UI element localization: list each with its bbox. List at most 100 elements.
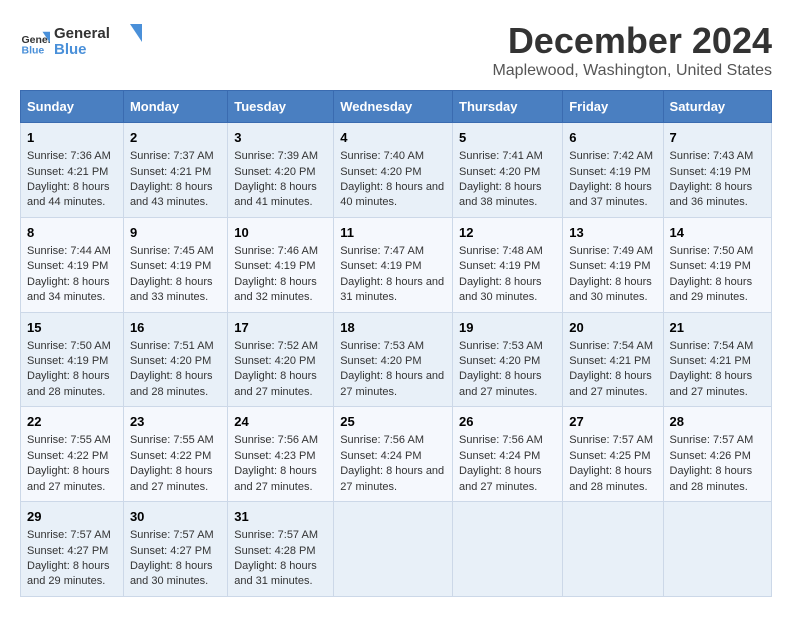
- sunrise-text: Sunrise: 7:45 AM: [130, 245, 214, 257]
- sunrise-text: Sunrise: 7:48 AM: [459, 245, 543, 257]
- day-number: 31: [234, 508, 327, 526]
- sunset-text: Sunset: 4:20 PM: [130, 355, 211, 367]
- daylight-text: Daylight: 8 hours and 37 minutes.: [569, 181, 652, 208]
- sunrise-text: Sunrise: 7:37 AM: [130, 150, 214, 162]
- day-number: 15: [27, 319, 117, 337]
- sunrise-text: Sunrise: 7:40 AM: [340, 150, 424, 162]
- day-number: 11: [340, 224, 446, 242]
- daylight-text: Daylight: 8 hours and 29 minutes.: [670, 276, 753, 303]
- calendar-cell-3-1: 15Sunrise: 7:50 AMSunset: 4:19 PMDayligh…: [21, 312, 124, 407]
- daylight-text: Daylight: 8 hours and 30 minutes.: [459, 276, 542, 303]
- daylight-text: Daylight: 8 hours and 36 minutes.: [670, 181, 753, 208]
- week-row-1: 1Sunrise: 7:36 AMSunset: 4:21 PMDaylight…: [21, 123, 772, 218]
- calendar-cell-5-1: 29Sunrise: 7:57 AMSunset: 4:27 PMDayligh…: [21, 502, 124, 597]
- sunset-text: Sunset: 4:28 PM: [234, 545, 315, 557]
- calendar-cell-3-5: 19 Sunrise: 7:53 AM Sunset: 4:20 PM Dayligh…: [453, 312, 563, 407]
- header-wednesday: Wednesday: [334, 91, 453, 123]
- daylight-text: Daylight: 8 hours and 30 minutes.: [569, 276, 652, 303]
- daylight-text: Daylight: 8 hours and 44 minutes.: [27, 181, 110, 208]
- calendar-cell-3-3: 17Sunrise: 7:52 AMSunset: 4:20 PMDayligh…: [228, 312, 334, 407]
- calendar-cell-4-1: 22 Sunrise: 7:55 AM Sunset: 4:22 PM Dayligh…: [21, 407, 124, 502]
- calendar-cell-5-6: [563, 502, 663, 597]
- sunset-text: Sunset: 4:20 PM: [459, 166, 540, 178]
- week-row-4: 22 Sunrise: 7:55 AM Sunset: 4:22 PM Dayligh…: [21, 407, 772, 502]
- daylight-text: Daylight: 8 hours and 27 minutes.: [27, 465, 110, 492]
- daylight-text: Daylight: 8 hours and 33 minutes.: [130, 276, 213, 303]
- day-number: 4: [340, 129, 446, 147]
- calendar-cell-2-3: 10Sunrise: 7:46 AMSunset: 4:19 PMDayligh…: [228, 217, 334, 312]
- sunset-text: Sunset: 4:19 PM: [130, 260, 211, 272]
- day-number: 3: [234, 129, 327, 147]
- sunset-text: Sunset: 4:19 PM: [569, 166, 650, 178]
- sunrise-text: Sunrise: 7:56 AM: [234, 434, 318, 446]
- logo-wordmark: General Blue: [54, 20, 144, 65]
- day-number: 22: [27, 413, 117, 431]
- day-number: 29: [27, 508, 117, 526]
- sunrise-text: Sunrise: 7:43 AM: [670, 150, 754, 162]
- daylight-text: Daylight: 8 hours and 27 minutes.: [459, 370, 542, 397]
- week-row-2: 8Sunrise: 7:44 AMSunset: 4:19 PMDaylight…: [21, 217, 772, 312]
- sunset-text: Sunset: 4:27 PM: [130, 545, 211, 557]
- calendar-cell-1-1: 1Sunrise: 7:36 AMSunset: 4:21 PMDaylight…: [21, 123, 124, 218]
- sunset-text: Sunset: 4:24 PM: [459, 450, 540, 462]
- calendar-cell-1-3: 3Sunrise: 7:39 AMSunset: 4:20 PMDaylight…: [228, 123, 334, 218]
- day-number: 5: [459, 129, 556, 147]
- sunset-text: Sunset: 4:19 PM: [27, 355, 108, 367]
- daylight-text: Daylight: 8 hours and 28 minutes.: [569, 465, 652, 492]
- day-number: 24: [234, 413, 327, 431]
- calendar-cell-3-7: 21Sunrise: 7:54 AMSunset: 4:21 PMDayligh…: [663, 312, 771, 407]
- sunrise-text: Sunrise: 7:57 AM: [27, 529, 111, 541]
- page-title: December 2024: [492, 20, 772, 62]
- daylight-text: Daylight: 8 hours and 30 minutes.: [130, 560, 213, 587]
- sunset-text: Sunset: 4:19 PM: [670, 166, 751, 178]
- daylight-text: Daylight: 8 hours and 27 minutes.: [130, 465, 213, 492]
- daylight-text: Daylight: 8 hours and 31 minutes.: [340, 276, 444, 303]
- day-number: 1: [27, 129, 117, 147]
- day-number: 19: [459, 319, 556, 337]
- day-number: 26: [459, 413, 556, 431]
- calendar-cell-2-5: 12Sunrise: 7:48 AMSunset: 4:19 PMDayligh…: [453, 217, 563, 312]
- sunset-text: Sunset: 4:22 PM: [27, 450, 108, 462]
- page-subtitle: Maplewood, Washington, United States: [492, 62, 772, 80]
- sunset-text: Sunset: 4:21 PM: [130, 166, 211, 178]
- day-number: 30: [130, 508, 221, 526]
- day-number: 20: [569, 319, 656, 337]
- calendar-cell-1-7: 7 Sunrise: 7:43 AM Sunset: 4:19 PM Daylight…: [663, 123, 771, 218]
- day-number: 18: [340, 319, 446, 337]
- calendar-cell-4-3: 24Sunrise: 7:56 AMSunset: 4:23 PMDayligh…: [228, 407, 334, 502]
- week-row-5: 29 Sunrise: 7:57 AM Sunset: 4:27 PM Dayligh…: [21, 502, 772, 597]
- daylight-text: Daylight: 8 hours and 43 minutes.: [130, 181, 213, 208]
- calendar-cell-1-4: 4Sunrise: 7:40 AMSunset: 4:20 PMDaylight…: [334, 123, 453, 218]
- day-number: 9: [130, 224, 221, 242]
- sunset-text: Sunset: 4:19 PM: [670, 260, 751, 272]
- sunset-text: Sunset: 4:19 PM: [569, 260, 650, 272]
- sunset-text: Sunset: 4:24 PM: [340, 450, 421, 462]
- sunset-text: Sunset: 4:20 PM: [234, 355, 315, 367]
- sunset-text: Sunset: 4:22 PM: [130, 450, 211, 462]
- daylight-text: Daylight: 8 hours and 38 minutes.: [459, 181, 542, 208]
- header-thursday: Thursday: [453, 91, 563, 123]
- calendar-cell-4-7: 28Sunrise: 7:57 AMSunset: 4:26 PMDayligh…: [663, 407, 771, 502]
- sunrise-text: Sunrise: 7:41 AM: [459, 150, 543, 162]
- sunset-text: Sunset: 4:20 PM: [459, 355, 540, 367]
- daylight-text: Daylight: 8 hours and 34 minutes.: [27, 276, 110, 303]
- sunset-text: Sunset: 4:20 PM: [340, 355, 421, 367]
- calendar-cell-2-1: 8Sunrise: 7:44 AMSunset: 4:19 PMDaylight…: [21, 217, 124, 312]
- day-number: 7: [670, 129, 765, 147]
- day-number: 2: [130, 129, 221, 147]
- sunrise-text: Sunrise: 7:55 AM: [27, 434, 111, 446]
- sunrise-text: Sunrise: 7:54 AM: [569, 340, 653, 352]
- daylight-text: Daylight: 8 hours and 27 minutes.: [234, 465, 317, 492]
- day-number: 23: [130, 413, 221, 431]
- sunrise-text: Sunrise: 7:53 AM: [459, 340, 543, 352]
- day-number: 28: [670, 413, 765, 431]
- daylight-text: Daylight: 8 hours and 27 minutes.: [459, 465, 542, 492]
- sunrise-text: Sunrise: 7:50 AM: [670, 245, 754, 257]
- daylight-text: Daylight: 8 hours and 28 minutes.: [27, 370, 110, 397]
- daylight-text: Daylight: 8 hours and 27 minutes.: [340, 370, 444, 397]
- header-sunday: Sunday: [21, 91, 124, 123]
- daylight-text: Daylight: 8 hours and 27 minutes.: [670, 370, 753, 397]
- sunrise-text: Sunrise: 7:57 AM: [569, 434, 653, 446]
- calendar-cell-1-6: 6Sunrise: 7:42 AMSunset: 4:19 PMDaylight…: [563, 123, 663, 218]
- day-number: 13: [569, 224, 656, 242]
